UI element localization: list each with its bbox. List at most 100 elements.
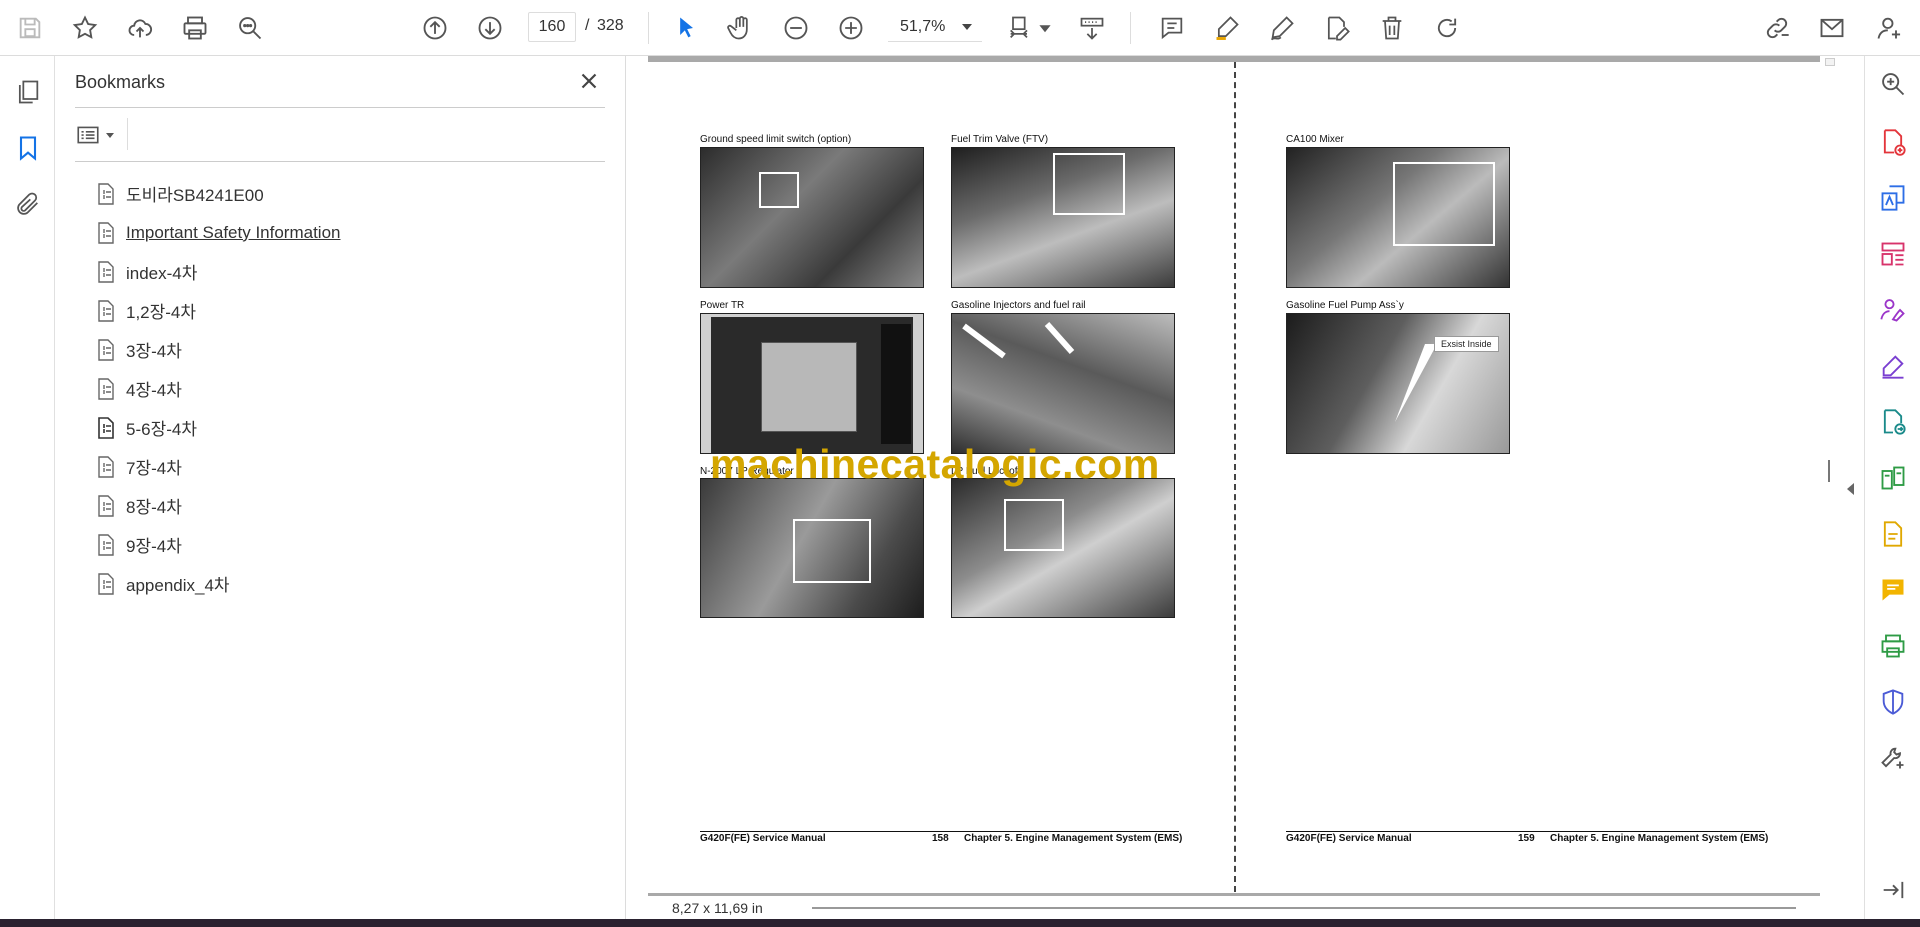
page-divider (1234, 62, 1236, 892)
bookmark-icon[interactable] (12, 132, 44, 164)
attachment-icon[interactable] (12, 188, 44, 220)
export-pdf-icon[interactable] (1877, 182, 1909, 214)
footer-manual-title: G420F(FE) Service Manual (700, 833, 826, 844)
bookmark-page-icon (98, 182, 114, 205)
bookmark-item[interactable]: 5-6장-4차 (96, 408, 596, 447)
more-tools-icon[interactable] (1877, 742, 1909, 774)
expand-panel-icon[interactable] (1877, 874, 1909, 906)
bookmark-label: 8장-4차 (126, 498, 182, 517)
hand-tool-icon[interactable] (721, 8, 761, 48)
footer-page-number: 159 (1518, 833, 1535, 844)
save-icon[interactable] (10, 8, 50, 48)
bookmark-page-icon (98, 377, 114, 400)
fill-sign-icon[interactable] (1877, 350, 1909, 382)
email-icon[interactable] (1812, 8, 1852, 48)
collapse-right-panel-handle[interactable] (1847, 483, 1854, 495)
print-icon[interactable] (175, 8, 215, 48)
page-thumbnails-icon[interactable] (12, 76, 44, 108)
page-separator: / (585, 17, 590, 34)
compare-files-icon[interactable] (1877, 462, 1909, 494)
delete-icon[interactable] (1372, 8, 1412, 48)
bookmark-item[interactable]: 3장-4차 (96, 330, 596, 369)
left-navigation-rail (0, 56, 55, 919)
bookmark-options-button[interactable] (75, 120, 121, 150)
photo-gasoline-injectors (951, 313, 1175, 454)
vertical-scrollbar[interactable] (1822, 56, 1838, 896)
redo-icon[interactable] (1427, 8, 1467, 48)
bookmark-item[interactable]: 8장-4차 (96, 486, 596, 525)
list-options-icon (77, 126, 99, 144)
fit-options-chevron-icon[interactable] (1038, 8, 1052, 48)
scroll-mode-icon[interactable] (1072, 8, 1112, 48)
bookmark-item[interactable]: 도비라SB4241E00 (96, 174, 596, 213)
footer-chapter: Chapter 5. Engine Management System (EMS… (1550, 833, 1769, 844)
bookmark-item[interactable]: index-4차 (96, 252, 596, 291)
organize-pages-icon[interactable] (1877, 238, 1909, 270)
zoom-search-icon[interactable] (1877, 68, 1909, 100)
photo-highlight-box (1393, 162, 1495, 246)
account-icon[interactable] (1869, 8, 1909, 48)
previous-page-icon[interactable] (415, 8, 455, 48)
bookmark-label: 3장-4차 (126, 342, 182, 361)
page-number-input[interactable]: 160 (528, 12, 576, 42)
request-signatures-icon[interactable] (1877, 294, 1909, 326)
photo-gasoline-fuel-pump: Exsist Inside (1286, 313, 1510, 454)
bookmark-list: 도비라SB4241E00 Important Safety Informatio… (96, 174, 596, 603)
draw-icon[interactable] (1262, 8, 1302, 48)
edit-pdf-icon[interactable] (1877, 518, 1909, 550)
share-link-icon[interactable] (1757, 8, 1797, 48)
bookmark-page-icon (98, 299, 114, 322)
watermark-text: machinecatalogic.com (710, 441, 1160, 487)
horizontal-scrollbar[interactable] (812, 907, 1796, 909)
toolbar-divider (1130, 12, 1131, 44)
comment-icon[interactable] (1152, 8, 1192, 48)
footer-chapter: Chapter 5. Engine Management System (EMS… (964, 833, 1183, 844)
find-icon[interactable] (230, 8, 270, 48)
toolbar-divider (648, 12, 649, 44)
cloud-upload-icon[interactable] (120, 8, 160, 48)
panel-divider (75, 107, 605, 108)
bookmark-page-icon (98, 260, 114, 283)
bookmarks-panel: Bookmarks 도비라SB4241E00 Important Safety … (56, 56, 626, 919)
bookmark-label: 9장-4차 (126, 537, 182, 556)
comment-tool-icon[interactable] (1877, 574, 1909, 606)
photo-lp-regulator (700, 478, 924, 618)
bookmark-item[interactable]: appendix_4차 (96, 564, 596, 603)
tools-rail (1864, 56, 1920, 919)
chevron-down-icon (106, 133, 114, 138)
photo-power-tr (700, 313, 924, 454)
photo-caption: Power TR (700, 300, 745, 311)
protect-icon[interactable] (1877, 686, 1909, 718)
zoom-out-icon[interactable] (776, 8, 816, 48)
print-production-icon[interactable] (1877, 630, 1909, 662)
bookmark-page-icon (98, 221, 114, 244)
vertical-scrollbar-thumb[interactable] (1825, 58, 1835, 66)
convert-pdf-icon[interactable] (1877, 406, 1909, 438)
bookmark-item[interactable]: Important Safety Information (96, 213, 596, 252)
bookmark-item[interactable]: 9장-4차 (96, 525, 596, 564)
vertical-scroll-grip[interactable] (1828, 460, 1830, 482)
chevron-down-icon[interactable] (962, 24, 972, 30)
photo-highlight-box (1053, 153, 1125, 215)
edit-text-icon[interactable] (1317, 8, 1357, 48)
bookmark-label: appendix_4차 (126, 576, 230, 595)
star-icon[interactable] (65, 8, 105, 48)
photo-caption: Ground speed limit switch (option) (700, 134, 852, 145)
select-cursor-icon[interactable] (666, 8, 706, 48)
bookmark-label: 5-6장-4차 (126, 420, 197, 439)
bookmark-item[interactable]: 7장-4차 (96, 447, 596, 486)
fit-page-icon[interactable] (1000, 8, 1040, 48)
highlight-icon[interactable] (1207, 8, 1247, 48)
next-page-icon[interactable] (470, 8, 510, 48)
bookmark-label: 도비라SB4241E00 (126, 186, 264, 205)
close-icon[interactable] (576, 68, 602, 94)
bookmarks-title: Bookmarks (75, 72, 166, 92)
photo-fuel-trim-valve (951, 147, 1175, 288)
bookmark-item[interactable]: 1,2장-4차 (96, 291, 596, 330)
callout-pointer-icon (1395, 344, 1437, 422)
photo-highlight-box (1004, 499, 1064, 551)
photo-ground-speed-switch (700, 147, 924, 288)
create-pdf-icon[interactable] (1877, 126, 1909, 158)
bookmark-item[interactable]: 4장-4차 (96, 369, 596, 408)
zoom-in-icon[interactable] (831, 8, 871, 48)
